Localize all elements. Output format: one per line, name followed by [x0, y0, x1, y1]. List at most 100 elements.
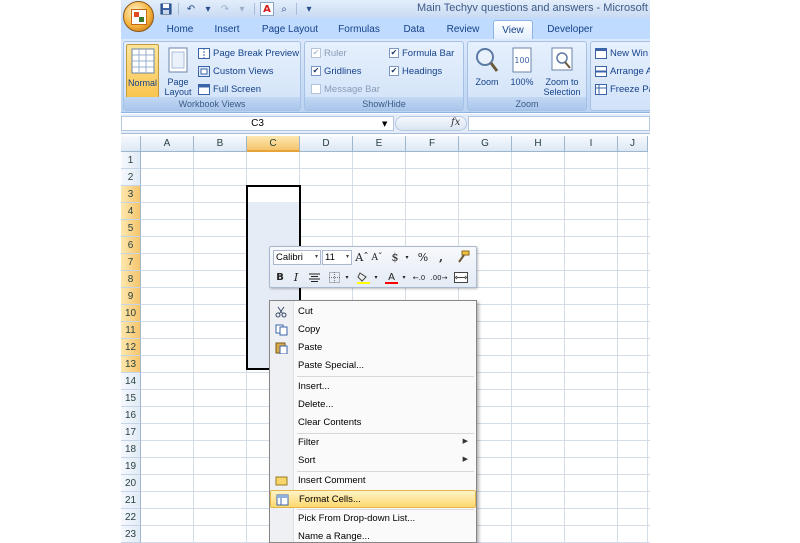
- row-header-11[interactable]: 11: [121, 322, 141, 339]
- save-icon[interactable]: [159, 2, 173, 16]
- menu-item-sort[interactable]: Sort ▶: [270, 452, 476, 470]
- tab-home[interactable]: Home: [159, 20, 201, 39]
- row-header-22[interactable]: 22: [121, 509, 141, 526]
- headings-checkbox[interactable]: ✔ Headings: [389, 64, 442, 78]
- fill-color-dropdown-icon[interactable]: ▾: [372, 270, 380, 285]
- menu-item-delete[interactable]: Delete...: [270, 396, 476, 414]
- row-header-19[interactable]: 19: [121, 458, 141, 475]
- row-header-12[interactable]: 12: [121, 339, 141, 356]
- zoom-100-button[interactable]: 100 100%: [506, 44, 538, 99]
- row-header-20[interactable]: 20: [121, 475, 141, 492]
- increase-decimal-button[interactable]: ←.0: [410, 270, 428, 285]
- column-header-i[interactable]: I: [565, 136, 618, 152]
- format-painter-icon[interactable]: [454, 249, 472, 264]
- tab-formulas[interactable]: Formulas: [333, 20, 385, 39]
- print-preview-icon[interactable]: ⌕: [277, 2, 291, 16]
- arrange-all-button[interactable]: Arrange A: [595, 64, 650, 78]
- tab-page-layout[interactable]: Page Layout: [257, 20, 323, 39]
- center-align-icon[interactable]: [306, 270, 322, 285]
- customize-icon[interactable]: ▾: [302, 2, 316, 16]
- column-header-d[interactable]: D: [300, 136, 353, 152]
- full-screen-button[interactable]: Full Screen: [198, 82, 261, 96]
- formula-input[interactable]: [468, 116, 650, 131]
- merge-center-icon[interactable]: [452, 270, 470, 285]
- menu-item-paste-special[interactable]: Paste Special...: [270, 357, 476, 375]
- font-name-box[interactable]: Calibri ▾: [273, 250, 321, 265]
- row-header-2[interactable]: 2: [121, 169, 141, 186]
- menu-item-name-a-range[interactable]: Name a Range...: [270, 528, 476, 542]
- new-window-button[interactable]: New Win: [595, 46, 648, 60]
- name-box[interactable]: C3: [121, 116, 394, 131]
- zoom-button[interactable]: Zoom: [471, 44, 503, 99]
- row-header-18[interactable]: 18: [121, 441, 141, 458]
- row-header-1[interactable]: 1: [121, 152, 141, 169]
- zoom-to-selection-button[interactable]: Zoom to Selection: [540, 44, 584, 99]
- comma-button[interactable]: ,: [434, 250, 448, 265]
- row-header-23[interactable]: 23: [121, 526, 141, 543]
- select-all-corner[interactable]: [121, 136, 141, 152]
- ruler-checkbox[interactable]: ✔ Ruler: [311, 46, 347, 60]
- row-header-9[interactable]: 9: [121, 288, 141, 305]
- borders-icon[interactable]: [326, 270, 342, 285]
- menu-item-insert[interactable]: Insert...: [270, 378, 476, 396]
- column-header-c[interactable]: C: [247, 136, 300, 152]
- undo-icon[interactable]: ↶: [184, 2, 198, 16]
- menu-item-copy[interactable]: Copy: [270, 321, 476, 339]
- font-color-icon[interactable]: A: [260, 2, 274, 16]
- row-header-7[interactable]: 7: [121, 254, 141, 271]
- shrink-font-button[interactable]: Aˇ: [370, 250, 384, 265]
- font-size-dropdown-icon[interactable]: ▾: [346, 251, 349, 264]
- currency-button[interactable]: $: [388, 250, 402, 265]
- page-break-preview-button[interactable]: Page Break Preview: [198, 46, 299, 60]
- column-header-g[interactable]: G: [459, 136, 512, 152]
- borders-dropdown-icon[interactable]: ▾: [343, 270, 351, 285]
- tab-developer[interactable]: Developer: [541, 20, 599, 39]
- font-color-button-icon[interactable]: A: [383, 270, 399, 285]
- menu-item-format-cells[interactable]: Format Cells...: [270, 490, 476, 508]
- column-header-e[interactable]: E: [353, 136, 406, 152]
- row-header-15[interactable]: 15: [121, 390, 141, 407]
- worksheet-grid[interactable]: ABCDEFGHIJ 1 2 3 4 5 6 7 8 9 10 11 12 13 14 15 16 17 18 19…: [121, 136, 650, 543]
- tab-review[interactable]: Review: [441, 20, 485, 39]
- row-header-16[interactable]: 16: [121, 407, 141, 424]
- column-header-h[interactable]: H: [512, 136, 565, 152]
- italic-button[interactable]: I: [289, 270, 303, 285]
- font-name-dropdown-icon[interactable]: ▾: [315, 251, 318, 264]
- name-box-dropdown-icon[interactable]: ▼: [382, 120, 387, 128]
- redo-icon[interactable]: ↷: [218, 2, 232, 16]
- row-header-6[interactable]: 6: [121, 237, 141, 254]
- row-header-10[interactable]: 10: [121, 305, 141, 322]
- column-header-f[interactable]: F: [406, 136, 459, 152]
- menu-item-pick-from-list[interactable]: Pick From Drop-down List...: [270, 510, 476, 528]
- row-header-14[interactable]: 14: [121, 373, 141, 390]
- undo-dropdown-icon[interactable]: ▾: [201, 2, 215, 16]
- row-header-17[interactable]: 17: [121, 424, 141, 441]
- bold-button[interactable]: B: [273, 270, 287, 285]
- insert-function-icon[interactable]: fx: [451, 117, 460, 128]
- row-header-3[interactable]: 3: [121, 186, 141, 203]
- tab-insert[interactable]: Insert: [205, 20, 249, 39]
- row-header-13[interactable]: 13: [121, 356, 141, 373]
- menu-item-paste[interactable]: Paste: [270, 339, 476, 357]
- gridlines-checkbox[interactable]: ✔ Gridlines: [311, 64, 362, 78]
- tab-view[interactable]: View: [493, 20, 533, 39]
- menu-item-clear-contents[interactable]: Clear Contents: [270, 414, 476, 432]
- font-color-dropdown-icon[interactable]: ▾: [400, 270, 408, 285]
- fill-color-icon[interactable]: [355, 270, 371, 285]
- font-size-box[interactable]: 11 ▾: [322, 250, 352, 265]
- menu-item-cut[interactable]: Cut: [270, 303, 476, 321]
- freeze-panes-button[interactable]: Freeze Pa: [595, 82, 650, 96]
- grow-font-button[interactable]: Aˆ: [355, 250, 369, 265]
- percent-button[interactable]: %: [415, 250, 431, 265]
- page-layout-view-button[interactable]: Page Layout: [162, 44, 194, 99]
- row-header-4[interactable]: 4: [121, 203, 141, 220]
- message-bar-checkbox[interactable]: Message Bar: [311, 82, 380, 96]
- row-header-21[interactable]: 21: [121, 492, 141, 509]
- redo-dropdown-icon[interactable]: ▾: [235, 2, 249, 16]
- decrease-decimal-button[interactable]: .00→: [429, 270, 449, 285]
- column-header-j[interactable]: J: [618, 136, 648, 152]
- custom-views-button[interactable]: Custom Views: [198, 64, 274, 78]
- normal-view-button[interactable]: Normal: [126, 44, 159, 99]
- row-header-8[interactable]: 8: [121, 271, 141, 288]
- row-header-5[interactable]: 5: [121, 220, 141, 237]
